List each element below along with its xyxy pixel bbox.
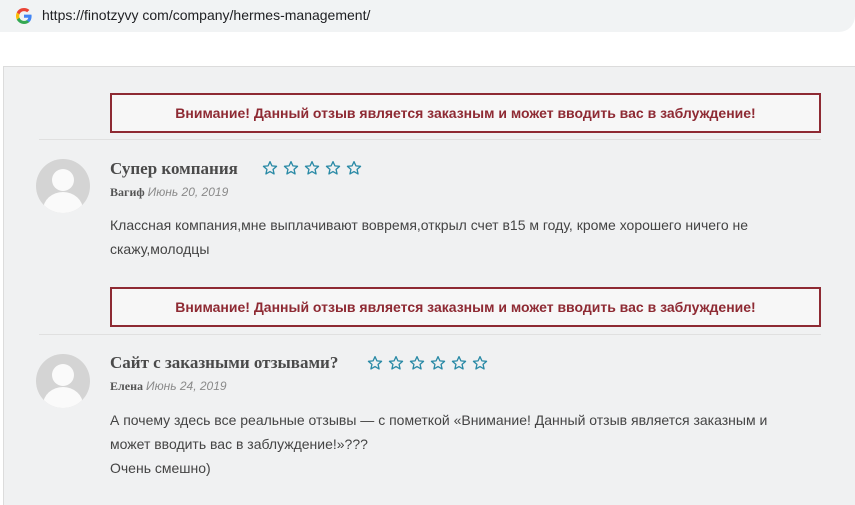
review-title: Сайт с заказными отзывами? xyxy=(110,353,339,372)
google-g-icon xyxy=(14,6,34,26)
review-date: Июнь 24, 2019 xyxy=(145,379,227,393)
review-author: Елена xyxy=(110,379,143,393)
review-text: Классная компания,мне выплачивают воврем… xyxy=(110,213,810,261)
divider xyxy=(39,139,821,140)
review-meta: Елена Июнь 24, 2019 xyxy=(110,379,227,394)
url-text[interactable]: https://finotzyvy com/company/hermes-man… xyxy=(42,7,370,23)
user-avatar-icon xyxy=(36,159,90,213)
user-avatar-icon xyxy=(36,354,90,408)
review-meta: Вагиф Июнь 20, 2019 xyxy=(110,185,228,200)
star-outline-icon[interactable] xyxy=(283,160,299,176)
star-outline-icon[interactable] xyxy=(346,160,362,176)
review-text-line: может вводить вас в заблуждение!»??? xyxy=(110,436,368,452)
reviews-page: Внимание! Данный отзыв является заказным… xyxy=(3,66,855,505)
star-outline-icon[interactable] xyxy=(304,160,320,176)
review-text-line: А почему здесь все реальные отзывы — с п… xyxy=(110,412,768,428)
star-outline-icon[interactable] xyxy=(430,355,446,371)
review-text: А почему здесь все реальные отзывы — с п… xyxy=(110,408,810,480)
paid-review-warning: Внимание! Данный отзыв является заказным… xyxy=(110,93,821,133)
star-outline-icon[interactable] xyxy=(451,355,467,371)
star-outline-icon[interactable] xyxy=(409,355,425,371)
star-outline-icon[interactable] xyxy=(262,160,278,176)
paid-review-warning: Внимание! Данный отзыв является заказным… xyxy=(110,287,821,327)
review-author: Вагиф xyxy=(110,185,145,199)
address-bar[interactable]: https://finotzyvy com/company/hermes-man… xyxy=(0,0,855,32)
review-text-line: Классная компания,мне выплачивают воврем… xyxy=(110,217,749,233)
rating-stars[interactable] xyxy=(367,355,488,371)
star-outline-icon[interactable] xyxy=(325,160,341,176)
review-text-line: скажу,молодцы xyxy=(110,241,210,257)
divider xyxy=(39,334,821,335)
star-outline-icon[interactable] xyxy=(472,355,488,371)
review-title: Супер компания xyxy=(110,159,238,178)
star-outline-icon[interactable] xyxy=(367,355,383,371)
star-outline-icon[interactable] xyxy=(388,355,404,371)
rating-stars[interactable] xyxy=(262,160,362,176)
review-text-line: Очень смешно) xyxy=(110,460,211,476)
review-date: Июнь 20, 2019 xyxy=(147,185,229,199)
